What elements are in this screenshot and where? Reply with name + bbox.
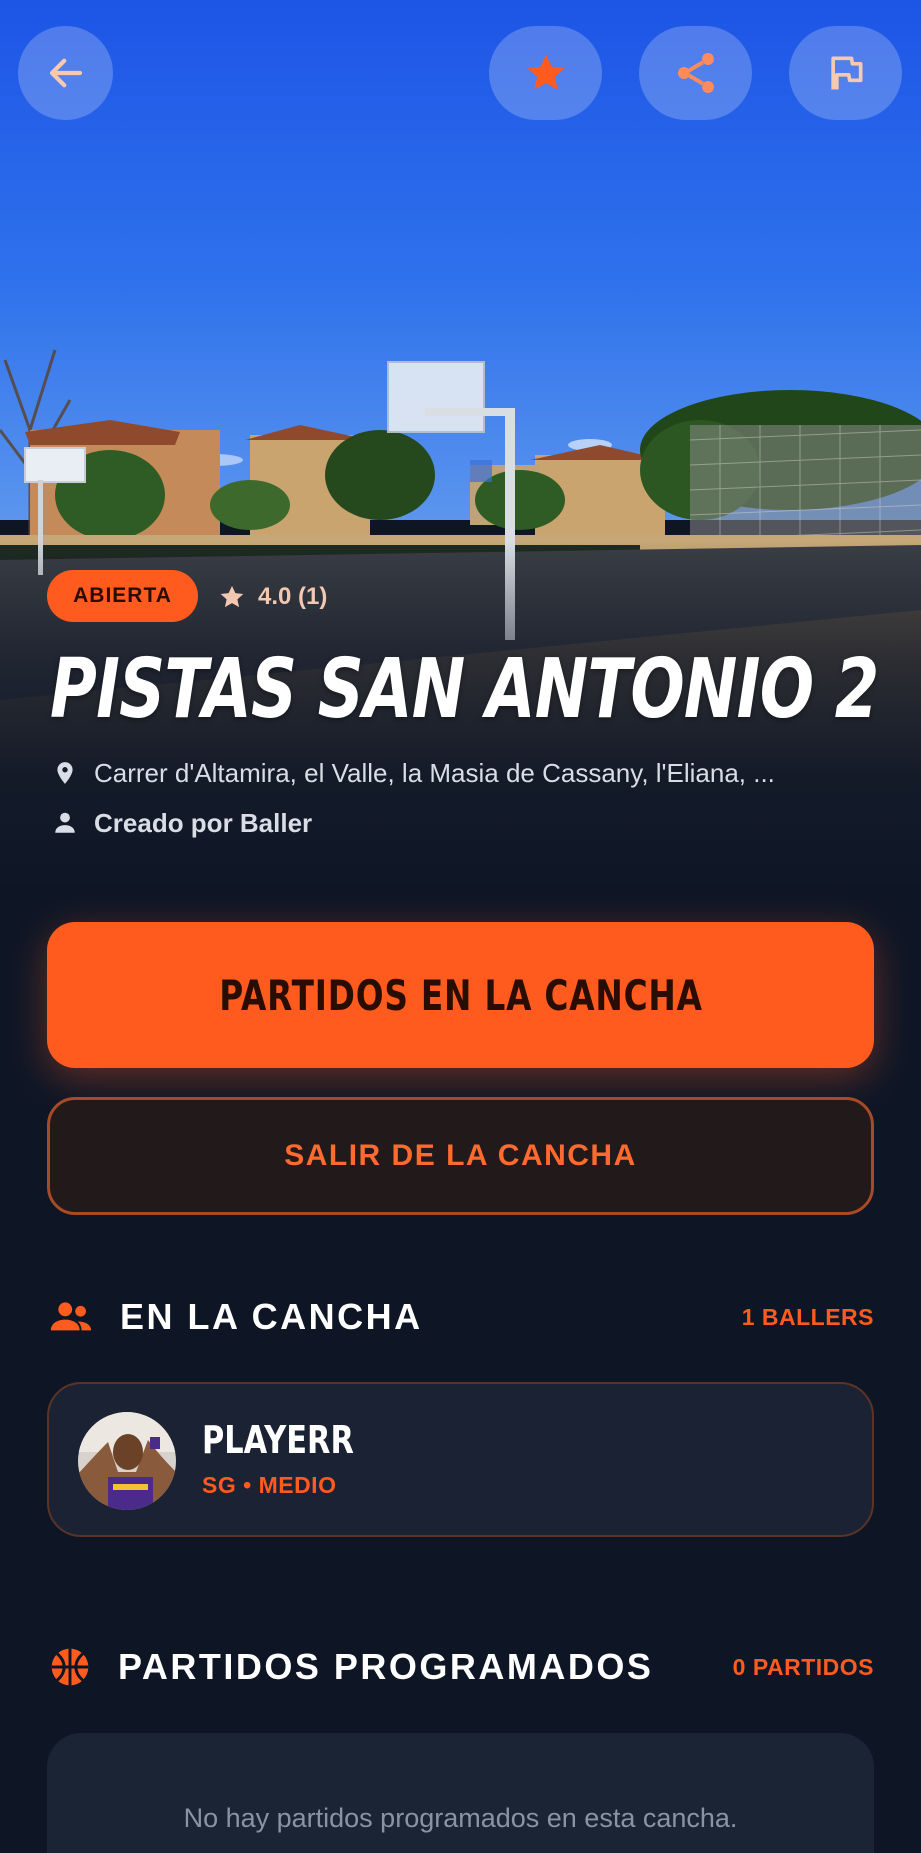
- arrow-left-icon: [49, 58, 82, 88]
- court-creator: Creado por Baller: [52, 803, 312, 843]
- leave-court-button[interactable]: SALIR DE LA CANCHA: [47, 1097, 874, 1215]
- on-court-title: EN LA CANCHA: [120, 1296, 423, 1337]
- group-icon: [50, 1302, 92, 1331]
- on-court-count: 1 BALLERS: [741, 1303, 874, 1330]
- scheduled-matches-title: PARTIDOS PROGRAMADOS: [118, 1646, 654, 1687]
- player-card[interactable]: PLAYERR SG • MEDIO: [47, 1382, 874, 1537]
- favorite-button[interactable]: [489, 26, 602, 120]
- star-icon: [526, 54, 565, 90]
- court-matches-label: PARTIDOS EN LA CANCHA: [218, 970, 703, 1020]
- on-court-header: EN LA CANCHA 1 BALLERS: [48, 1287, 874, 1347]
- status-badge: ABIERTA: [47, 570, 198, 622]
- creator-text: Creado por Baller: [94, 807, 313, 838]
- back-button[interactable]: [18, 26, 113, 120]
- court-address: Carrer d'Altamira, el Valle, la Masia de…: [52, 753, 892, 793]
- player-avatar-image: [78, 1412, 176, 1510]
- location-pin-icon: [57, 762, 73, 784]
- share-button[interactable]: [639, 26, 752, 120]
- leave-court-label: SALIR DE LA CANCHA: [284, 1139, 637, 1172]
- star-icon: [220, 585, 244, 608]
- scheduled-matches-header: PARTIDOS PROGRAMADOS 0 PARTIDOS: [48, 1637, 874, 1697]
- player-name: PLAYERR: [202, 1418, 354, 1462]
- empty-matches-card: No hay partidos programados en esta canc…: [47, 1733, 874, 1853]
- share-icon: [677, 53, 714, 93]
- user-icon: [55, 812, 75, 833]
- report-button[interactable]: [789, 26, 902, 120]
- empty-matches-message: No hay partidos programados en esta canc…: [183, 1803, 738, 1833]
- court-matches-button[interactable]: PARTIDOS EN LA CANCHA: [47, 922, 874, 1068]
- avatar: [78, 1412, 176, 1510]
- address-text: Carrer d'Altamira, el Valle, la Masia de…: [94, 757, 775, 788]
- page-title: PISTAS SAN ANTONIO 2: [50, 642, 879, 737]
- court-rating: 4.0 (1): [218, 577, 327, 617]
- flag-icon: [830, 56, 862, 90]
- player-position-level: SG • MEDIO: [202, 1472, 337, 1498]
- scheduled-matches-count: 0 PARTIDOS: [732, 1653, 874, 1680]
- basketball-icon: [51, 1648, 89, 1686]
- rating-value: 4.0 (1): [258, 583, 328, 610]
